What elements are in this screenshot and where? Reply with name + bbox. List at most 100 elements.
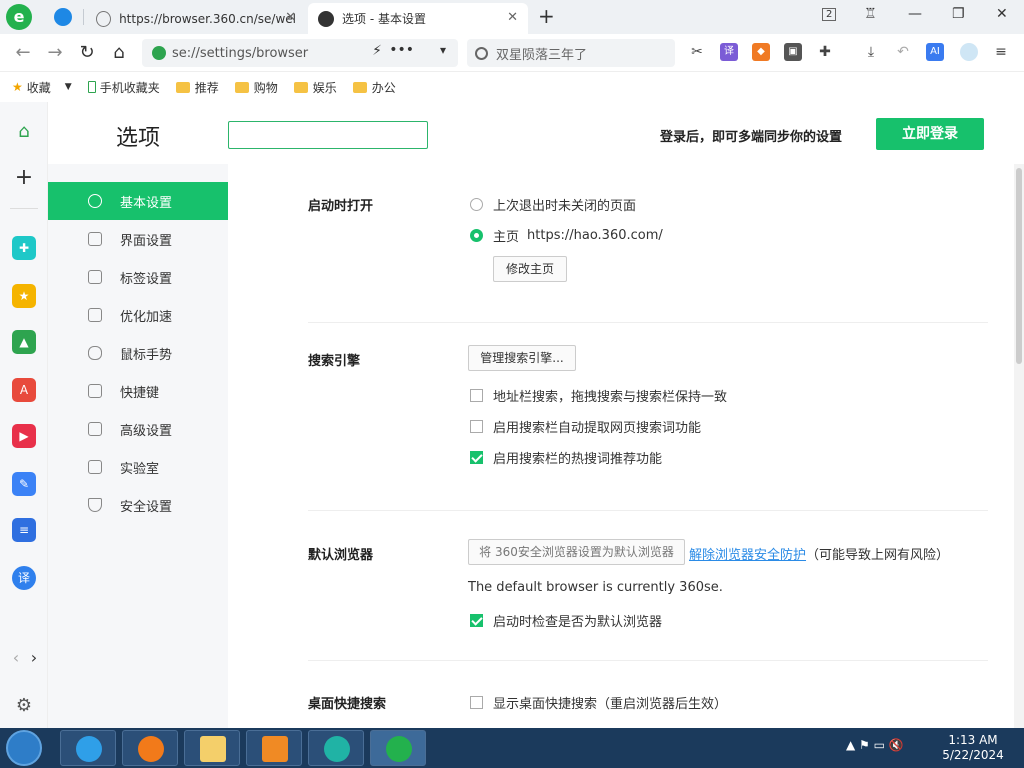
section-desktop-search-label: 桌面快捷搜索 (308, 697, 387, 712)
startup-option-homepage[interactable]: 主页 https://hao.360.com/ (470, 226, 663, 245)
option-label: 启用搜索栏自动提取网页搜索词功能 (493, 421, 702, 436)
scissors-icon[interactable]: ✂ (688, 43, 706, 61)
bookmark-favorites[interactable]: ★ 收藏 ▼ (12, 79, 72, 96)
page-title: 选项 (116, 126, 161, 151)
forward-icon[interactable]: → (44, 42, 66, 63)
nav-basic-settings[interactable]: 基本设置 (48, 182, 228, 220)
bookmark-folder[interactable]: 推荐 (175, 79, 219, 96)
favorites-star-icon[interactable]: ★ (12, 284, 36, 308)
translate-icon[interactable]: 译 (720, 43, 738, 61)
checkbox-checked[interactable] (470, 614, 483, 627)
more-icon[interactable]: ••• (389, 42, 414, 58)
nav-label: 基本设置 (120, 195, 173, 211)
start-button[interactable] (6, 730, 42, 766)
taskbar-media[interactable] (246, 730, 302, 766)
search-option-hot[interactable]: 启用搜索栏的热搜词推荐功能 (470, 448, 662, 467)
download-icon[interactable]: ⤓ (862, 43, 880, 61)
login-button[interactable]: 立即登录 (876, 118, 984, 150)
medical-icon[interactable]: ✚ (12, 236, 36, 260)
tab-welcome[interactable]: https://browser.360.cn/se/wel ✕ (86, 3, 306, 34)
bookmark-folder[interactable]: 购物 (234, 79, 278, 96)
address-bar[interactable]: se://settings/browser ⚡ ••• ▾ (142, 39, 458, 67)
chevron-down-icon[interactable]: ▾ (440, 43, 446, 57)
settings-search-input[interactable] (228, 121, 428, 149)
nav-mouse-gestures[interactable]: 鼠标手势 (48, 334, 228, 372)
minimize-button[interactable]: — (908, 6, 922, 22)
360-browser-icon (386, 736, 412, 762)
checkbox[interactable] (470, 420, 483, 433)
undo-icon[interactable]: ↶ (894, 43, 912, 61)
bookmark-mobile[interactable]: 手机收藏夹 (87, 79, 160, 96)
back-icon[interactable]: ← (12, 42, 34, 63)
taskbar-app[interactable] (308, 730, 364, 766)
taskbar-360-browser[interactable] (370, 730, 426, 766)
unlock-protection-link[interactable]: 解除浏览器安全防护 (689, 544, 806, 563)
nav-tab-settings[interactable]: 标签设置 (48, 258, 228, 296)
bookmark-folder[interactable]: 娱乐 (293, 79, 337, 96)
settings-gear-icon[interactable]: ⚙ (12, 694, 36, 718)
nav-shortcuts[interactable]: 快捷键 (48, 372, 228, 410)
nav-security[interactable]: 安全设置 (48, 486, 228, 524)
restore-button[interactable]: ❐ (952, 6, 965, 22)
extensions-icon[interactable]: ✚ (816, 43, 834, 61)
section-startup-label: 启动时打开 (308, 199, 374, 214)
menu-icon[interactable]: ≡ (992, 43, 1010, 61)
telegram-icon[interactable] (54, 8, 72, 26)
taskbar-firefox[interactable] (122, 730, 178, 766)
checkbox[interactable] (470, 696, 483, 709)
checkbox-checked[interactable] (470, 451, 483, 464)
manage-search-engines-button[interactable]: 管理搜索引擎... (468, 345, 576, 371)
ai-icon[interactable]: AI (926, 43, 944, 61)
pocket-icon[interactable]: ▣ (784, 43, 802, 61)
close-icon[interactable]: ✕ (507, 10, 518, 25)
nav-label: 优化加速 (120, 309, 173, 325)
taskbar-ie[interactable] (60, 730, 116, 766)
skin-icon[interactable] (960, 43, 978, 61)
chevron-down-icon[interactable]: ▼ (65, 82, 72, 92)
reload-icon[interactable]: ↻ (76, 42, 98, 63)
gear-icon (88, 194, 102, 208)
video-icon[interactable]: ▶ (12, 424, 36, 448)
translate-icon[interactable]: 译 (12, 566, 36, 590)
scrollbar-thumb[interactable] (1016, 168, 1022, 364)
nav-optimize[interactable]: 优化加速 (48, 296, 228, 334)
pdf-icon[interactable]: A (12, 378, 36, 402)
close-icon[interactable]: ✕ (285, 10, 296, 25)
edit-homepage-button[interactable]: 修改主页 (493, 256, 567, 282)
search-box[interactable]: 双星陨落三年了 (467, 39, 675, 67)
tab-settings[interactable]: 选项 - 基本设置 ✕ (308, 3, 528, 34)
radio-button-selected[interactable] (470, 229, 483, 242)
checkbox[interactable] (470, 389, 483, 402)
section-divider (308, 660, 988, 661)
close-window-button[interactable]: ✕ (996, 6, 1008, 22)
startup-option-restore[interactable]: 上次退出时未关闭的页面 (470, 195, 636, 214)
system-tray-icons[interactable]: ▲ ⚑ ▭ 🔇 (846, 738, 904, 752)
ai-image-icon[interactable]: ▲ (12, 330, 36, 354)
tab-count-badge[interactable]: 2 (822, 8, 837, 21)
lightning-icon[interactable]: ⚡ (372, 43, 382, 59)
nav-lab[interactable]: 实验室 (48, 448, 228, 486)
clock[interactable]: 1:13 AM 5/22/2024 (940, 733, 1006, 763)
taskbar-explorer[interactable] (184, 730, 240, 766)
desktop-search-option[interactable]: 显示桌面快捷搜索（重启浏览器后生效） (470, 693, 727, 712)
nav-advanced[interactable]: 高级设置 (48, 410, 228, 448)
360-browser-logo-icon[interactable]: e (6, 4, 32, 30)
radio-button[interactable] (470, 198, 483, 211)
home-icon[interactable]: ⌂ (108, 42, 130, 63)
bookmark-folder[interactable]: 办公 (352, 79, 396, 96)
plus-icon[interactable]: + (12, 166, 36, 190)
default-browser-check[interactable]: 启动时检查是否为默认浏览器 (470, 611, 662, 630)
nav-interface-settings[interactable]: 界面设置 (48, 220, 228, 258)
scrollbar[interactable] (1014, 164, 1024, 728)
home-icon[interactable]: ⌂ (12, 120, 36, 144)
ai-writing-icon[interactable]: ✎ (12, 472, 36, 496)
game-icon[interactable]: ◆ (752, 43, 770, 61)
search-option-sync[interactable]: 地址栏搜索，拖拽搜索与搜索栏保持一致 (470, 386, 727, 405)
shirt-icon[interactable]: ♖ (864, 6, 877, 22)
folder-icon (175, 81, 190, 93)
chevron-right-icon[interactable]: › (22, 646, 46, 670)
set-default-browser-button[interactable]: 将 360安全浏览器设置为默认浏览器 (468, 539, 685, 565)
new-tab-button[interactable]: + (538, 4, 555, 28)
search-option-extract[interactable]: 启用搜索栏自动提取网页搜索词功能 (470, 417, 701, 436)
ai-doc-icon[interactable]: ≡ (12, 518, 36, 542)
